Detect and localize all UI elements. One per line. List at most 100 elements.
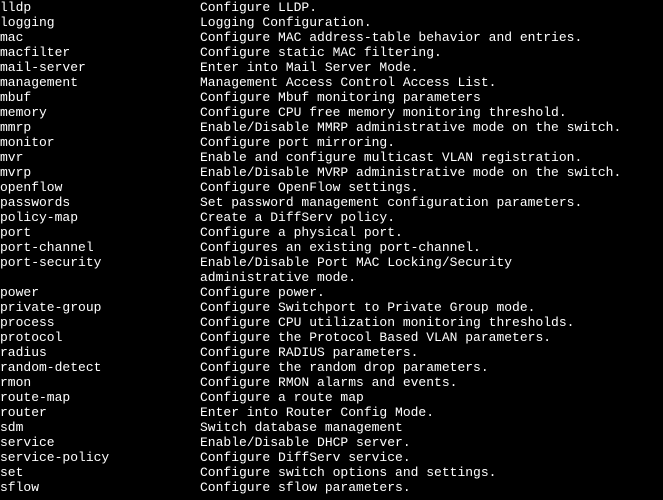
help-row: sflowConfigure sflow parameters. — [0, 480, 663, 495]
help-row: administrative mode. — [0, 270, 663, 285]
command-description: Configure port mirroring. — [200, 135, 395, 150]
command-description: Configure Mbuf monitoring parameters — [200, 90, 481, 105]
command-name: mvr — [0, 150, 200, 165]
command-name: route-map — [0, 390, 200, 405]
help-row: mmrpEnable/Disable MMRP administrative m… — [0, 120, 663, 135]
command-name: management — [0, 75, 200, 90]
command-description: Configure OpenFlow settings. — [200, 180, 418, 195]
command-name: radius — [0, 345, 200, 360]
help-row: macfilterConfigure static MAC filtering. — [0, 45, 663, 60]
command-description: Configure LLDP. — [200, 0, 317, 15]
command-name: sflow — [0, 480, 200, 495]
command-description: Configure switch options and settings. — [200, 465, 496, 480]
help-row: lldpConfigure LLDP. — [0, 0, 663, 15]
command-description: Logging Configuration. — [200, 15, 372, 30]
help-row: mvrEnable and configure multicast VLAN r… — [0, 150, 663, 165]
command-name: policy-map — [0, 210, 200, 225]
help-row: setConfigure switch options and settings… — [0, 465, 663, 480]
command-description: Configure Switchport to Private Group mo… — [200, 300, 535, 315]
command-description: Configure MAC address-table behavior and… — [200, 30, 582, 45]
command-description: Management Access Control Access List. — [200, 75, 496, 90]
command-name: memory — [0, 105, 200, 120]
command-description: Configure sflow parameters. — [200, 480, 411, 495]
help-row: openflowConfigure OpenFlow settings. — [0, 180, 663, 195]
help-row: memoryConfigure CPU free memory monitori… — [0, 105, 663, 120]
command-description: Enable/Disable MVRP administrative mode … — [200, 165, 621, 180]
help-row: sdmSwitch database management — [0, 420, 663, 435]
command-description: Enter into Mail Server Mode. — [200, 60, 418, 75]
help-row: monitorConfigure port mirroring. — [0, 135, 663, 150]
help-row: macConfigure MAC address-table behavior … — [0, 30, 663, 45]
help-row: routerEnter into Router Config Mode. — [0, 405, 663, 420]
command-name: power — [0, 285, 200, 300]
help-row: mvrpEnable/Disable MVRP administrative m… — [0, 165, 663, 180]
command-name: monitor — [0, 135, 200, 150]
command-description: Create a DiffServ policy. — [200, 210, 395, 225]
command-name: router — [0, 405, 200, 420]
command-description: Configure static MAC filtering. — [200, 45, 442, 60]
command-description: Enable/Disable MMRP administrative mode … — [200, 120, 621, 135]
command-name: port-security — [0, 255, 200, 270]
command-description: Switch database management — [200, 420, 403, 435]
help-row: service-policyConfigure DiffServ service… — [0, 450, 663, 465]
help-row: private-groupConfigure Switchport to Pri… — [0, 300, 663, 315]
help-row: mbufConfigure Mbuf monitoring parameters — [0, 90, 663, 105]
help-row: portConfigure a physical port. — [0, 225, 663, 240]
command-description: Enter into Router Config Mode. — [200, 405, 434, 420]
command-description: Enable and configure multicast VLAN regi… — [200, 150, 582, 165]
command-description: Enable/Disable Port MAC Locking/Security — [200, 255, 512, 270]
command-name: mvrp — [0, 165, 200, 180]
help-row: port-channelConfigures an existing port-… — [0, 240, 663, 255]
help-row: powerConfigure power. — [0, 285, 663, 300]
help-row: protocolConfigure the Protocol Based VLA… — [0, 330, 663, 345]
command-description: Configure a physical port. — [200, 225, 403, 240]
command-name: process — [0, 315, 200, 330]
command-name: lldp — [0, 0, 200, 15]
command-description: Configure CPU free memory monitoring thr… — [200, 105, 567, 120]
command-description: Configure CPU utilization monitoring thr… — [200, 315, 574, 330]
command-name: set — [0, 465, 200, 480]
command-name: mmrp — [0, 120, 200, 135]
command-description: Configure DiffServ service. — [200, 450, 411, 465]
help-row: port-securityEnable/Disable Port MAC Loc… — [0, 255, 663, 270]
help-row: mail-serverEnter into Mail Server Mode. — [0, 60, 663, 75]
command-name: rmon — [0, 375, 200, 390]
command-name: logging — [0, 15, 200, 30]
command-description: Configure power. — [200, 285, 325, 300]
command-name: mbuf — [0, 90, 200, 105]
command-description: Configure RMON alarms and events. — [200, 375, 457, 390]
command-description: Set password management configuration pa… — [200, 195, 582, 210]
command-name: mac — [0, 30, 200, 45]
command-description: Configure the random drop parameters. — [200, 360, 489, 375]
terminal-output: lldpConfigure LLDP.loggingLogging Config… — [0, 0, 663, 495]
command-name: service — [0, 435, 200, 450]
help-row: policy-mapCreate a DiffServ policy. — [0, 210, 663, 225]
command-description: Configure a route map — [200, 390, 364, 405]
command-name: macfilter — [0, 45, 200, 60]
help-row: loggingLogging Configuration. — [0, 15, 663, 30]
command-name: private-group — [0, 300, 200, 315]
command-description: Configure the Protocol Based VLAN parame… — [200, 330, 551, 345]
command-name: port-channel — [0, 240, 200, 255]
command-name: openflow — [0, 180, 200, 195]
command-description: administrative mode. — [200, 270, 356, 285]
command-description: Configures an existing port-channel. — [200, 240, 481, 255]
command-name: port — [0, 225, 200, 240]
help-row: radiusConfigure RADIUS parameters. — [0, 345, 663, 360]
command-name: mail-server — [0, 60, 200, 75]
command-name — [0, 270, 200, 285]
command-name: service-policy — [0, 450, 200, 465]
command-name: sdm — [0, 420, 200, 435]
command-name: random-detect — [0, 360, 200, 375]
command-description: Enable/Disable DHCP server. — [200, 435, 411, 450]
help-row: rmonConfigure RMON alarms and events. — [0, 375, 663, 390]
help-row: processConfigure CPU utilization monitor… — [0, 315, 663, 330]
help-row: serviceEnable/Disable DHCP server. — [0, 435, 663, 450]
help-row: passwordsSet password management configu… — [0, 195, 663, 210]
help-row: managementManagement Access Control Acce… — [0, 75, 663, 90]
command-name: protocol — [0, 330, 200, 345]
command-name: passwords — [0, 195, 200, 210]
help-row: route-mapConfigure a route map — [0, 390, 663, 405]
help-row: random-detectConfigure the random drop p… — [0, 360, 663, 375]
command-description: Configure RADIUS parameters. — [200, 345, 418, 360]
